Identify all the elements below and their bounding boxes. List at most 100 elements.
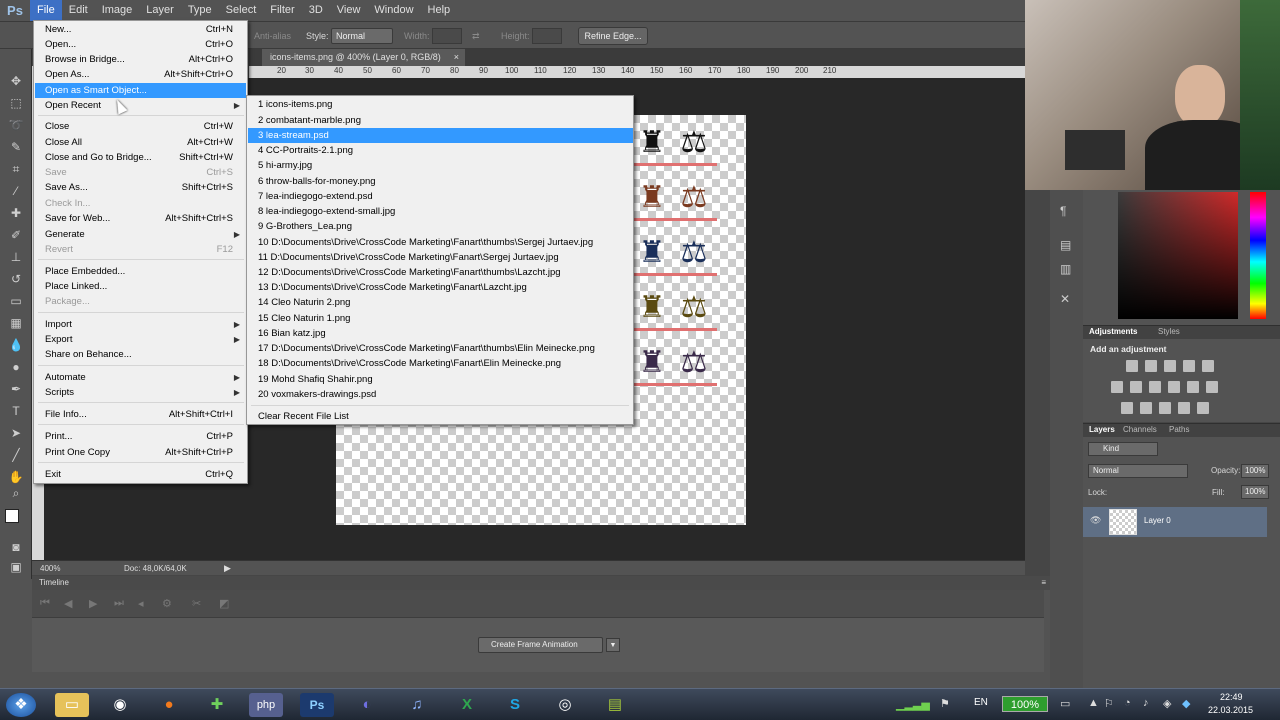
network-icon[interactable]: ⚑: [940, 697, 950, 710]
menu-item-save[interactable]: Save Ctrl+S: [35, 165, 246, 180]
style-select[interactable]: Normal: [331, 28, 393, 44]
menu-item-file-info[interactable]: File Info... Alt+Shift+Ctrl+I: [35, 407, 246, 422]
eclipse-icon[interactable]: ◐: [350, 693, 384, 717]
refine-edge-button[interactable]: Refine Edge...: [578, 27, 648, 45]
panel-menu-icon[interactable]: ≡: [1041, 576, 1046, 590]
brush-tool-icon[interactable]: ✐: [7, 227, 25, 243]
menu-item-open-as[interactable]: Open As... Alt+Shift+Ctrl+O: [35, 67, 246, 82]
menu-item-open-recent[interactable]: Open Recent ▶: [35, 98, 246, 113]
menu-item-exit[interactable]: Exit Ctrl+Q: [35, 467, 246, 482]
blend-mode-select[interactable]: Normal: [1088, 464, 1188, 478]
prev-frame-icon[interactable]: ◀: [64, 597, 72, 610]
selective-color-icon[interactable]: [1178, 402, 1190, 414]
clock-date[interactable]: 22.03.2015: [1208, 705, 1253, 715]
scissors-icon[interactable]: ✂: [192, 597, 201, 610]
healing-tool-icon[interactable]: ✚: [7, 205, 25, 221]
photoshop-taskbar-icon[interactable]: Ps: [300, 693, 334, 717]
menu-filter[interactable]: Filter: [263, 0, 301, 21]
recent-file-item[interactable]: 3 lea-stream.psd: [248, 128, 633, 143]
tray-expand-icon[interactable]: ▲: [1088, 697, 1099, 709]
color-lookup-icon[interactable]: [1206, 381, 1218, 393]
eyedropper-tool-icon[interactable]: ⁄: [7, 183, 25, 199]
obs-icon[interactable]: ◎: [548, 693, 582, 717]
curves-icon[interactable]: [1164, 360, 1176, 372]
tray-app-icon[interactable]: ◈: [1163, 697, 1171, 710]
battery-indicator[interactable]: 100%: [1002, 696, 1048, 712]
flag-icon[interactable]: ⚐: [1104, 697, 1114, 710]
recent-file-item[interactable]: 20 voxmakers-drawings.psd: [248, 387, 633, 402]
quick-select-tool-icon[interactable]: ✎: [7, 139, 25, 155]
menu-item-open[interactable]: Open... Ctrl+O: [35, 37, 246, 52]
tab-adjustments[interactable]: Adjustments: [1089, 327, 1137, 336]
eraser-tool-icon[interactable]: ▭: [7, 293, 25, 309]
menu-item-generate[interactable]: Generate ▶: [35, 227, 246, 242]
visibility-eye-icon[interactable]: 👁: [1090, 515, 1101, 526]
menu-item-open-smart-object[interactable]: Open as Smart Object...: [35, 83, 246, 98]
quick-mask-icon[interactable]: ◙: [7, 539, 25, 555]
menu-item-place-linked[interactable]: Place Linked...: [35, 279, 246, 294]
menu-help[interactable]: Help: [421, 0, 458, 21]
tab-channels[interactable]: Channels: [1123, 425, 1157, 434]
menu-item-save-web[interactable]: Save for Web... Alt+Shift+Ctrl+S: [35, 211, 246, 226]
posterize-icon[interactable]: [1140, 402, 1152, 414]
document-tab[interactable]: icons-items.png @ 400% (Layer 0, RGB/8) …: [262, 49, 465, 66]
recent-file-item[interactable]: 12 D:\Documents\Drive\CrossCode Marketin…: [248, 265, 633, 280]
exposure-icon[interactable]: [1183, 360, 1195, 372]
screen-mode-icon[interactable]: ▣: [7, 559, 25, 575]
color-picker-field[interactable]: [1118, 192, 1238, 319]
zoom-tool-icon[interactable]: ⌕: [7, 485, 25, 501]
recent-file-item[interactable]: 6 throw-balls-for-money.png: [248, 174, 633, 189]
lasso-tool-icon[interactable]: ➰: [7, 117, 25, 133]
recent-file-item[interactable]: 4 CC-Portraits-2.1.png: [248, 143, 633, 158]
explorer-icon[interactable]: ▭: [55, 693, 89, 717]
recent-file-item[interactable]: 10 D:\Documents\Drive\CrossCode Marketin…: [248, 235, 633, 250]
dropbox-icon[interactable]: ◆: [1182, 697, 1190, 710]
language-indicator[interactable]: EN: [974, 697, 988, 708]
paragraph-icon[interactable]: ¶: [1060, 204, 1066, 218]
hue-slider[interactable]: [1250, 192, 1266, 319]
foreground-color-swatch[interactable]: [5, 509, 19, 523]
menu-item-print-one-copy[interactable]: Print One Copy Alt+Shift+Ctrl+P: [35, 445, 246, 460]
recent-file-item[interactable]: 15 Cleo Naturin 1.png: [248, 311, 633, 326]
menu-3d[interactable]: 3D: [302, 0, 330, 21]
skype-icon[interactable]: S: [498, 693, 532, 717]
menu-item-scripts[interactable]: Scripts ▶: [35, 385, 246, 400]
menu-item-close-go-bridge[interactable]: Close and Go to Bridge... Shift+Ctrl+W: [35, 150, 246, 165]
gradient-map-icon[interactable]: [1197, 402, 1209, 414]
invert-icon[interactable]: [1121, 402, 1133, 414]
tools-preset-icon[interactable]: ✕: [1060, 292, 1070, 306]
horizontal-ruler[interactable]: 20 30 40 50 60 70 80 90 100 110 120 130 …: [249, 66, 1025, 78]
recent-file-item[interactable]: 9 G-Brothers_Lea.png: [248, 219, 633, 234]
stamp-tool-icon[interactable]: ⊥: [7, 249, 25, 265]
recent-file-item[interactable]: 5 hi-army.jpg: [248, 158, 633, 173]
menu-item-package[interactable]: Package...: [35, 294, 246, 309]
menu-item-print[interactable]: Print... Ctrl+P: [35, 429, 246, 444]
recent-file-item[interactable]: 19 Mohd Shafiq Shahir.png: [248, 372, 633, 387]
menu-item-automate[interactable]: Automate ▶: [35, 370, 246, 385]
menu-image[interactable]: Image: [95, 0, 140, 21]
move-tool-icon[interactable]: ✥: [7, 73, 25, 89]
swap-icon[interactable]: ⇄: [472, 31, 480, 42]
menu-item-import[interactable]: Import ▶: [35, 317, 246, 332]
width-field[interactable]: [432, 28, 462, 44]
tab-layers[interactable]: Layers: [1089, 425, 1115, 434]
menu-file[interactable]: File: [30, 0, 62, 21]
excel-icon[interactable]: X: [450, 693, 484, 717]
levels-icon[interactable]: [1145, 360, 1157, 372]
list-panel-icon[interactable]: ▤: [1060, 238, 1071, 252]
gradient-tool-icon[interactable]: ▦: [7, 315, 25, 331]
menu-item-new[interactable]: New... Ctrl+N: [35, 22, 246, 37]
color-balance-icon[interactable]: [1130, 381, 1142, 393]
wifi-icon[interactable]: ◔: [1124, 697, 1131, 709]
antialias-label[interactable]: Anti-alias: [254, 31, 291, 41]
signal-icon[interactable]: ▁▂▃▅: [896, 698, 930, 711]
layer-name[interactable]: Layer 0: [1144, 516, 1171, 525]
menu-item-place-embedded[interactable]: Place Embedded...: [35, 264, 246, 279]
menu-item-close[interactable]: Close Ctrl+W: [35, 119, 246, 134]
clear-recent-files-item[interactable]: Clear Recent File List: [248, 409, 633, 424]
zoom-level[interactable]: 400%: [40, 564, 60, 573]
audio-icon[interactable]: ◂: [138, 597, 144, 610]
settings-icon[interactable]: ⚙: [162, 597, 172, 610]
menu-layer[interactable]: Layer: [139, 0, 181, 21]
transition-icon[interactable]: ◩: [219, 597, 229, 610]
